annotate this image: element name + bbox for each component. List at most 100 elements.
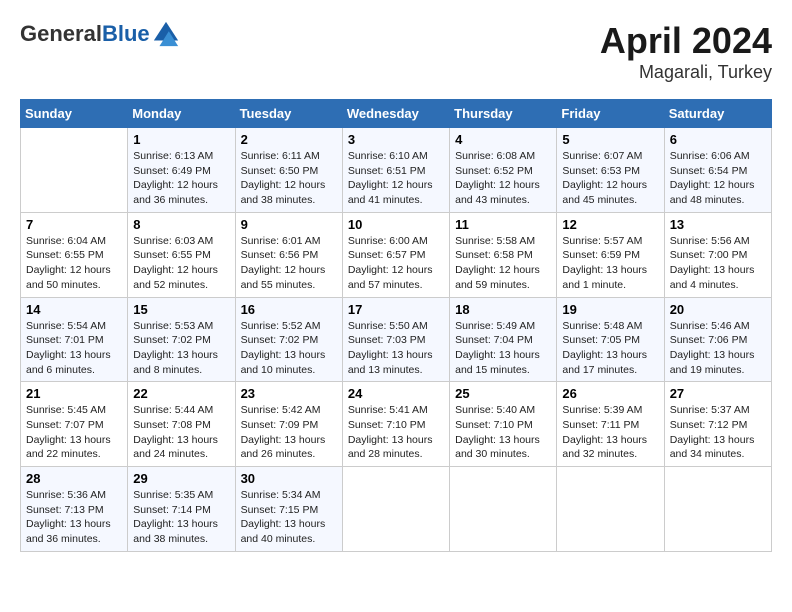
cell-content: Sunrise: 5:46 AMSunset: 7:06 PMDaylight:… [670, 319, 766, 378]
day-number: 3 [348, 132, 444, 147]
cell-content: Sunrise: 6:01 AMSunset: 6:56 PMDaylight:… [241, 234, 337, 293]
day-number: 14 [26, 302, 122, 317]
calendar-cell: 3 Sunrise: 6:10 AMSunset: 6:51 PMDaylight… [342, 128, 449, 213]
day-of-week-header: Sunday [21, 100, 128, 128]
cell-content: Sunrise: 5:36 AMSunset: 7:13 PMDaylight:… [26, 488, 122, 547]
day-number: 30 [241, 471, 337, 486]
cell-content: Sunrise: 5:56 AMSunset: 7:00 PMDaylight:… [670, 234, 766, 293]
month-title: April 2024 [600, 20, 772, 62]
location-title: Magarali, Turkey [600, 62, 772, 83]
cell-content: Sunrise: 6:10 AMSunset: 6:51 PMDaylight:… [348, 149, 444, 208]
day-number: 11 [455, 217, 551, 232]
day-of-week-header: Friday [557, 100, 664, 128]
calendar-cell: 23 Sunrise: 5:42 AMSunset: 7:09 PMDayligh… [235, 382, 342, 467]
calendar-cell: 12Sunrise: 5:57 AMSunset: 6:59 PMDayligh… [557, 212, 664, 297]
cell-content: Sunrise: 5:49 AMSunset: 7:04 PMDaylight:… [455, 319, 551, 378]
calendar-cell: 15 Sunrise: 5:53 AMSunset: 7:02 PMDayligh… [128, 297, 235, 382]
calendar-cell: 11 Sunrise: 5:58 AMSunset: 6:58 PMDayligh… [450, 212, 557, 297]
cell-content: Sunrise: 5:53 AMSunset: 7:02 PMDaylight:… [133, 319, 229, 378]
day-number: 19 [562, 302, 658, 317]
day-number: 24 [348, 386, 444, 401]
calendar-cell: 22 Sunrise: 5:44 AMSunset: 7:08 PMDayligh… [128, 382, 235, 467]
cell-content: Sunrise: 6:00 AMSunset: 6:57 PMDaylight:… [348, 234, 444, 293]
calendar-header: SundayMondayTuesdayWednesdayThursdayFrid… [21, 100, 772, 128]
day-number: 23 [241, 386, 337, 401]
calendar-week-row: 14Sunrise: 5:54 AMSunset: 7:01 PMDayligh… [21, 297, 772, 382]
calendar-week-row: 7Sunrise: 6:04 AMSunset: 6:55 PMDaylight… [21, 212, 772, 297]
cell-content: Sunrise: 5:40 AMSunset: 7:10 PMDaylight:… [455, 403, 551, 462]
day-number: 1 [133, 132, 229, 147]
logo-icon [152, 20, 180, 48]
day-number: 22 [133, 386, 229, 401]
logo-text: GeneralBlue [20, 21, 150, 47]
calendar-cell: 14Sunrise: 5:54 AMSunset: 7:01 PMDayligh… [21, 297, 128, 382]
day-number: 12 [562, 217, 658, 232]
calendar-cell: 28 Sunrise: 5:36 AMSunset: 7:13 PMDayligh… [21, 467, 128, 552]
day-number: 4 [455, 132, 551, 147]
logo-general: General [20, 21, 102, 46]
cell-content: Sunrise: 5:42 AMSunset: 7:09 PMDaylight:… [241, 403, 337, 462]
day-of-week-header: Tuesday [235, 100, 342, 128]
cell-content: Sunrise: 6:04 AMSunset: 6:55 PMDaylight:… [26, 234, 122, 293]
cell-content: Sunrise: 5:35 AMSunset: 7:14 PMDaylight:… [133, 488, 229, 547]
day-number: 10 [348, 217, 444, 232]
cell-content: Sunrise: 6:13 AMSunset: 6:49 PMDaylight:… [133, 149, 229, 208]
cell-content: Sunrise: 5:39 AMSunset: 7:11 PMDaylight:… [562, 403, 658, 462]
calendar-cell: 8 Sunrise: 6:03 AMSunset: 6:55 PMDaylight… [128, 212, 235, 297]
day-number: 20 [670, 302, 766, 317]
day-number: 28 [26, 471, 122, 486]
calendar-cell [342, 467, 449, 552]
calendar-cell: 24 Sunrise: 5:41 AMSunset: 7:10 PMDayligh… [342, 382, 449, 467]
calendar-cell: 27 Sunrise: 5:37 AMSunset: 7:12 PMDayligh… [664, 382, 771, 467]
calendar-cell [664, 467, 771, 552]
cell-content: Sunrise: 6:03 AMSunset: 6:55 PMDaylight:… [133, 234, 229, 293]
day-number: 6 [670, 132, 766, 147]
day-of-week-header: Saturday [664, 100, 771, 128]
calendar-cell [21, 128, 128, 213]
day-number: 15 [133, 302, 229, 317]
cell-content: Sunrise: 5:58 AMSunset: 6:58 PMDaylight:… [455, 234, 551, 293]
page-header: GeneralBlue April 2024 Magarali, Turkey [20, 20, 772, 83]
day-number: 8 [133, 217, 229, 232]
calendar-cell: 7Sunrise: 6:04 AMSunset: 6:55 PMDaylight… [21, 212, 128, 297]
day-number: 25 [455, 386, 551, 401]
cell-content: Sunrise: 6:11 AMSunset: 6:50 PMDaylight:… [241, 149, 337, 208]
calendar-cell [450, 467, 557, 552]
cell-content: Sunrise: 6:07 AMSunset: 6:53 PMDaylight:… [562, 149, 658, 208]
calendar-cell: 18 Sunrise: 5:49 AMSunset: 7:04 PMDayligh… [450, 297, 557, 382]
cell-content: Sunrise: 5:52 AMSunset: 7:02 PMDaylight:… [241, 319, 337, 378]
cell-content: Sunrise: 5:37 AMSunset: 7:12 PMDaylight:… [670, 403, 766, 462]
day-number: 13 [670, 217, 766, 232]
day-number: 5 [562, 132, 658, 147]
day-number: 29 [133, 471, 229, 486]
cell-content: Sunrise: 5:45 AMSunset: 7:07 PMDaylight:… [26, 403, 122, 462]
calendar-cell [557, 467, 664, 552]
calendar-cell: 26 Sunrise: 5:39 AMSunset: 7:11 PMDayligh… [557, 382, 664, 467]
calendar-cell: 9 Sunrise: 6:01 AMSunset: 6:56 PMDaylight… [235, 212, 342, 297]
day-number: 21 [26, 386, 122, 401]
logo: GeneralBlue [20, 20, 180, 48]
day-of-week-header: Wednesday [342, 100, 449, 128]
day-number: 2 [241, 132, 337, 147]
day-number: 26 [562, 386, 658, 401]
calendar-cell: 10 Sunrise: 6:00 AMSunset: 6:57 PMDayligh… [342, 212, 449, 297]
calendar-cell: 6 Sunrise: 6:06 AMSunset: 6:54 PMDaylight… [664, 128, 771, 213]
day-of-week-header: Thursday [450, 100, 557, 128]
calendar-cell: 16Sunrise: 5:52 AMSunset: 7:02 PMDayligh… [235, 297, 342, 382]
calendar-table: SundayMondayTuesdayWednesdayThursdayFrid… [20, 99, 772, 552]
day-number: 17 [348, 302, 444, 317]
day-number: 27 [670, 386, 766, 401]
day-of-week-header: Monday [128, 100, 235, 128]
cell-content: Sunrise: 5:48 AMSunset: 7:05 PMDaylight:… [562, 319, 658, 378]
calendar-cell: 25 Sunrise: 5:40 AMSunset: 7:10 PMDayligh… [450, 382, 557, 467]
cell-content: Sunrise: 6:06 AMSunset: 6:54 PMDaylight:… [670, 149, 766, 208]
calendar-cell: 5 Sunrise: 6:07 AMSunset: 6:53 PMDaylight… [557, 128, 664, 213]
calendar-cell: 21 Sunrise: 5:45 AMSunset: 7:07 PMDayligh… [21, 382, 128, 467]
day-number: 18 [455, 302, 551, 317]
cell-content: Sunrise: 5:44 AMSunset: 7:08 PMDaylight:… [133, 403, 229, 462]
cell-content: Sunrise: 5:34 AMSunset: 7:15 PMDaylight:… [241, 488, 337, 547]
calendar-cell: 30 Sunrise: 5:34 AMSunset: 7:15 PMDayligh… [235, 467, 342, 552]
day-number: 9 [241, 217, 337, 232]
logo-blue: Blue [102, 21, 150, 46]
cell-content: Sunrise: 5:41 AMSunset: 7:10 PMDaylight:… [348, 403, 444, 462]
